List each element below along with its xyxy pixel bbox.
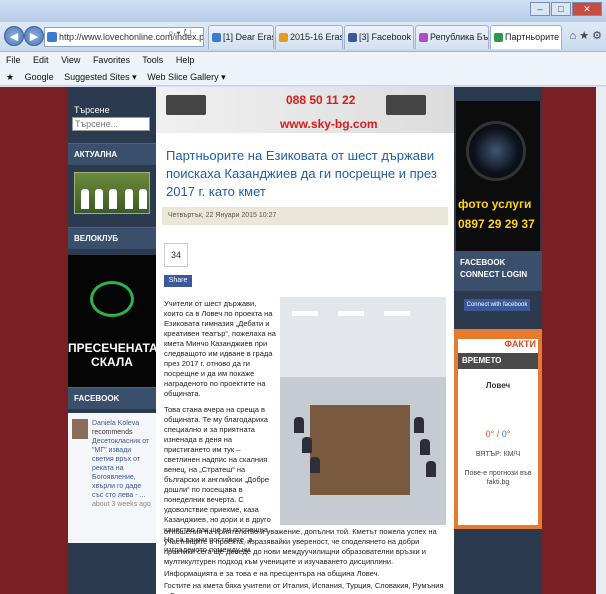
- menu-view[interactable]: View: [61, 55, 80, 65]
- window-titlebar: – □ ✕: [0, 0, 606, 22]
- favorites-star-icon[interactable]: ★: [6, 72, 14, 82]
- menu-favorites[interactable]: Favorites: [93, 55, 130, 65]
- tab-favicon-icon: [212, 33, 221, 42]
- bike-logo-icon: [90, 281, 134, 317]
- article-paragraph: Учители от шест държави, които са в Лове…: [164, 299, 276, 398]
- left-sidebar: Търсене АКТУАЛНА ГАЛЕРИЯ ВЕЛОКЛУБ ПРЕСЕЧ…: [68, 87, 158, 594]
- banner-phone: 088 50 11 22: [286, 93, 356, 107]
- menu-bar: File Edit View Favorites Tools Help: [0, 52, 606, 68]
- weather-city: Ловеч: [485, 381, 511, 390]
- avatar[interactable]: [72, 419, 88, 439]
- gallery-heading: АКТУАЛНА ГАЛЕРИЯ: [68, 143, 156, 181]
- share-count: 34: [164, 243, 188, 267]
- facebook-share-button[interactable]: Share: [164, 275, 192, 287]
- tab-label: Партньорите на Ези...: [505, 32, 561, 42]
- ad-banner[interactable]: 088 50 11 22 www.sky-bg.com: [156, 87, 454, 133]
- fav-suggested-sites[interactable]: Suggested Sites ▾: [64, 72, 137, 82]
- search-input[interactable]: [72, 117, 150, 131]
- photo-ad-title: фото услуги: [458, 197, 532, 211]
- tab-4[interactable]: Република България - ...: [415, 25, 489, 49]
- forward-button[interactable]: ▶: [24, 26, 44, 46]
- photo-ad-phone: 0897 29 29 37: [458, 217, 535, 231]
- menu-edit[interactable]: Edit: [33, 55, 49, 65]
- weather-brand[interactable]: ФАКТИ: [504, 339, 536, 349]
- tab-5-active[interactable]: Партньорите на Ези...: [490, 25, 562, 49]
- tab-2[interactable]: 2015-16 Erasmus+ KA2 ...: [275, 25, 343, 49]
- maximize-button[interactable]: □: [551, 2, 571, 16]
- weather-widget: ФАКТИ ВРЕМЕТО Ловеч 0° / 0° ВЯТЪР: КМ/Ч …: [454, 329, 542, 529]
- article-paragraph: Информацията е за това е на пресцентъра …: [164, 569, 380, 578]
- article-photo[interactable]: [280, 297, 446, 525]
- printer-icon: [386, 95, 426, 115]
- menu-tools[interactable]: Tools: [142, 55, 163, 65]
- connect-with-facebook-button[interactable]: Connect with facebook: [464, 299, 530, 311]
- gallery-image[interactable]: [74, 172, 150, 214]
- tab-favicon-icon: [279, 33, 288, 42]
- weather-more-link[interactable]: Пове-е прогнози във fakti.bg: [458, 469, 538, 487]
- fb-post-time: about 3 weeks ago: [92, 501, 151, 508]
- article-paragraph: отношения на приятелство и уважение, доп…: [164, 527, 437, 566]
- weather-wind: ВЯТЪР: КМ/Ч: [475, 451, 521, 458]
- printer-icon: [166, 95, 206, 115]
- fb-post-action: recommends: [92, 429, 133, 436]
- fb-post-name[interactable]: Daniela Koleva: [92, 419, 154, 428]
- veloklub-text: ПРЕСЕЧЕНАТА СКАЛА: [68, 341, 158, 369]
- article-column: 088 50 11 22 www.sky-bg.com Партньорите …: [156, 87, 454, 594]
- tab-favicon-icon: [419, 33, 428, 42]
- fb-post-text[interactable]: Десетокласник от "МГ" извади светия връх…: [92, 437, 154, 500]
- fav-google[interactable]: Google: [25, 72, 54, 82]
- veloklub-heading: ВЕЛОКЛУБ: [68, 227, 156, 249]
- menu-file[interactable]: File: [6, 55, 21, 65]
- tab-favicon-icon: [494, 33, 503, 42]
- article-date: Четвъртък, 22 Януари 2015 10:27: [162, 207, 448, 225]
- right-sidebar: фото услуги 0897 29 29 37 FACEBOOK CONNE…: [454, 87, 542, 594]
- site-favicon-icon: [47, 32, 57, 42]
- fb-post: Daniela Koleva recommends Десетокласник …: [92, 419, 154, 509]
- tab-label: Република България - ...: [430, 32, 489, 42]
- temp-low: 0: [501, 429, 507, 439]
- favorites-bar: ★ Google Suggested Sites ▾ Web Slice Gal…: [0, 68, 606, 86]
- article-title[interactable]: Партньорите на Езиковата от шест държави…: [166, 147, 448, 201]
- tab-label: [1] Dear Erasmus+ Coor...: [223, 32, 273, 42]
- camera-lens-icon: [466, 121, 526, 181]
- veloklub-banner[interactable]: ПРЕСЕЧЕНАТА СКАЛА: [68, 255, 158, 405]
- menu-help[interactable]: Help: [176, 55, 195, 65]
- article-paragraph: Гостите на кмета бяха учители от Италия,…: [164, 581, 444, 594]
- search-label: Търсене: [74, 105, 110, 115]
- page-scrollbar[interactable]: [596, 87, 606, 594]
- tab-label: [3] Facebook: [359, 32, 412, 42]
- web-page: Търсене АКТУАЛНА ГАЛЕРИЯ ВЕЛОКЛУБ ПРЕСЕЧ…: [0, 87, 606, 594]
- window-controls: – □ ✕: [530, 2, 602, 16]
- weather-temperature: 0° / 0°: [485, 429, 511, 439]
- close-button[interactable]: ✕: [572, 2, 602, 16]
- fav-web-slice-gallery[interactable]: Web Slice Gallery ▾: [147, 72, 225, 82]
- search-refresh-icon[interactable]: ⌕ ▾ ↻: [168, 28, 192, 39]
- facebook-widget: Daniela Koleva recommends Десетокласник …: [68, 413, 156, 543]
- banner-site: www.sky-bg.com: [280, 117, 378, 131]
- tab-label: 2015-16 Erasmus+ KA2 ...: [290, 32, 343, 42]
- weather-title: ВРЕМЕТО: [458, 353, 538, 369]
- tab-favicon-icon: [348, 33, 357, 42]
- facebook-connect-heading: FACEBOOK CONNECT LOGIN: [454, 251, 542, 291]
- tab-3[interactable]: [3] Facebook: [344, 25, 414, 49]
- home-star-gear-icons[interactable]: ⌂ ★ ⚙: [570, 29, 602, 42]
- minimize-button[interactable]: –: [530, 2, 550, 16]
- temp-high: 0: [485, 429, 491, 439]
- back-button[interactable]: ◀: [4, 26, 24, 46]
- photo-services-ad[interactable]: фото услуги 0897 29 29 37: [456, 101, 540, 251]
- tab-1[interactable]: [1] Dear Erasmus+ Coor...: [208, 25, 274, 49]
- facebook-heading: FACEBOOK: [68, 387, 156, 409]
- navigation-bar: ◀ ▶ http://www.lovechonline.com/index.ph…: [0, 22, 606, 52]
